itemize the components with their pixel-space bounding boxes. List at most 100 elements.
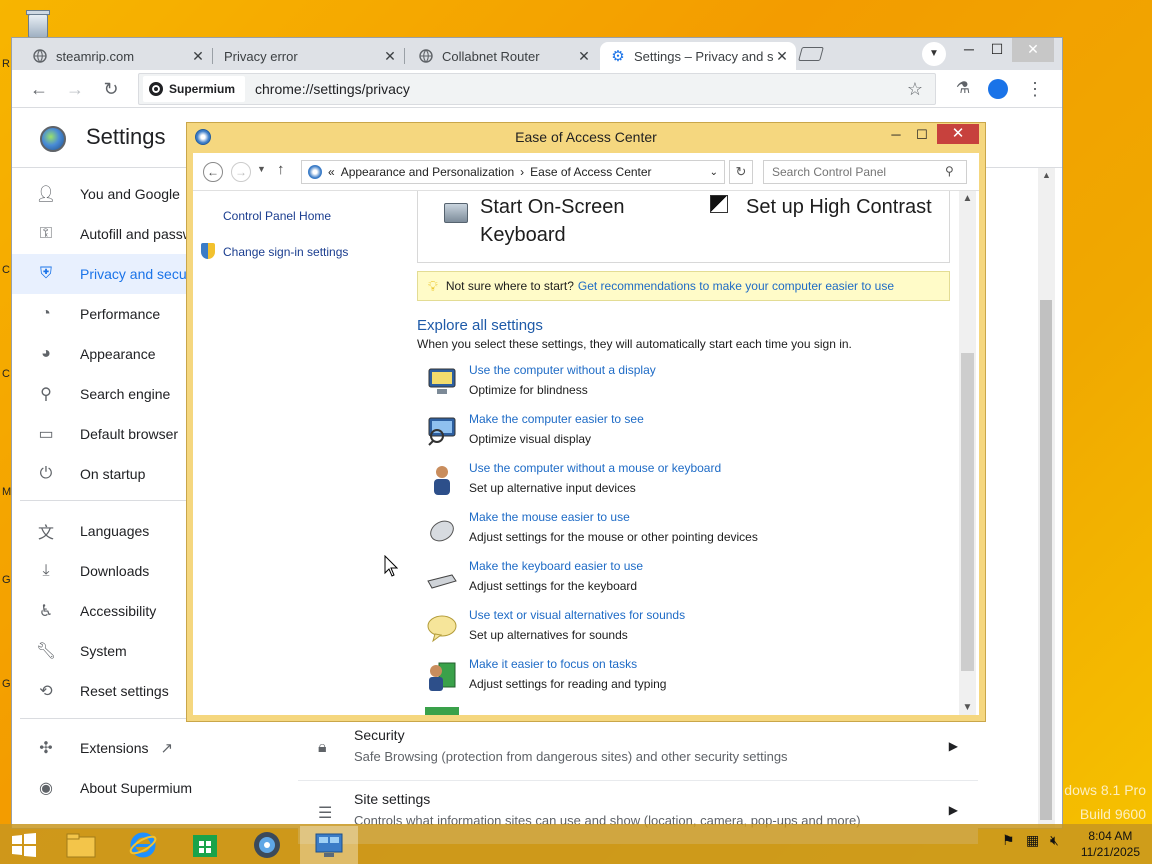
globe-icon	[418, 48, 434, 64]
up-arrow-icon[interactable]: ↑	[277, 161, 285, 178]
address-bar[interactable]: Supermium chrome://settings/privacy ☆	[138, 73, 936, 105]
option-keyboard-easier[interactable]: Make the keyboard easier to use Adjust s…	[425, 559, 945, 603]
tab-title: Privacy error	[224, 48, 298, 64]
chevron-down-icon[interactable]: ⌄	[710, 167, 718, 178]
tab-strip: steamrip.com ✕ Privacy error ✕ Collabnet…	[12, 38, 1062, 70]
tab-title: Settings – Privacy and s	[634, 48, 774, 64]
palette-icon: ◕	[41, 345, 51, 362]
option-mouse-easier[interactable]: Make the mouse easier to use Adjust sett…	[425, 510, 945, 554]
security-row[interactable]: 🔒︎ Security Safe Browsing (protection fr…	[298, 716, 978, 780]
option-sound-alternatives[interactable]: Use text or visual alternatives for soun…	[425, 608, 945, 652]
network-icon[interactable]: ▦	[1026, 832, 1039, 849]
option-easier-to-see[interactable]: Make the computer easier to see Optimize…	[425, 412, 945, 456]
content-scrollbar[interactable]: ▲ ▼	[959, 191, 976, 715]
forward-arrow-icon[interactable]: →	[231, 162, 251, 182]
gear-icon: ⚙	[611, 48, 625, 65]
close-window-button[interactable]: ✕	[1012, 38, 1054, 62]
scroll-up-arrow[interactable]: ▲	[959, 193, 976, 204]
back-arrow-icon[interactable]: ←	[203, 162, 223, 182]
site-chip[interactable]: Supermium	[143, 76, 246, 102]
shield-icon: ⛨	[39, 265, 52, 282]
control-panel-home-link[interactable]: Control Panel Home	[223, 209, 331, 223]
scroll-up-arrow[interactable]: ▲	[1042, 170, 1051, 180]
supermium-logo-icon	[149, 82, 163, 96]
store-icon[interactable]	[176, 826, 234, 864]
sidebar-item-extensions[interactable]: ✣ Extensions ↗	[20, 728, 280, 768]
reload-icon[interactable]: ↻	[98, 76, 124, 102]
close-tab-icon[interactable]: ✕	[774, 48, 790, 64]
wrench-icon: 🔧︎	[35, 643, 57, 660]
window-title: Ease of Access Center	[515, 129, 657, 145]
tab-title: steamrip.com	[56, 48, 135, 64]
keyboard-icon	[425, 561, 459, 595]
breadcrumb-separator: ›	[520, 165, 525, 179]
forward-arrow-icon[interactable]: →	[62, 76, 88, 102]
desktop-icon-label: C	[2, 264, 10, 276]
recycle-bin-icon[interactable]	[22, 6, 54, 40]
control-panel-icon[interactable]	[300, 826, 358, 864]
page-scrollbar[interactable]: ▲	[1038, 168, 1055, 828]
clock-time: 8:04 AM	[1088, 829, 1133, 843]
clock-date: 11/21/2025	[1080, 845, 1140, 859]
supermium-icon[interactable]	[238, 826, 296, 864]
tab-steamrip[interactable]: steamrip.com ✕	[22, 42, 212, 70]
search-icon: ⚲	[40, 386, 52, 403]
recommendations-link[interactable]: Get recommendations to make your compute…	[578, 279, 894, 293]
option-focus-on-tasks[interactable]: Make it easier to focus on tasks Adjust …	[425, 657, 945, 701]
taskbar: ⚑ ▦ 🔇︎ 8:04 AM 11/21/2025	[0, 824, 1152, 864]
breadcrumb-item[interactable]: Ease of Access Center	[530, 165, 651, 179]
start-button[interactable]	[0, 826, 48, 864]
volume-muted-icon[interactable]: 🔇︎	[1050, 832, 1059, 849]
tab-privacy-error[interactable]: Privacy error ✕	[214, 42, 404, 70]
close-tab-icon[interactable]: ✕	[576, 48, 592, 64]
close-tab-icon[interactable]: ✕	[382, 48, 398, 64]
profile-avatar[interactable]	[988, 79, 1008, 99]
mouse-cursor	[384, 554, 399, 580]
change-sign-in-link[interactable]: Change sign-in settings	[223, 245, 348, 259]
close-tab-icon[interactable]: ✕	[190, 48, 206, 64]
accessibility-icon: ♿︎	[38, 603, 54, 620]
desktop-icon-label: R	[2, 58, 10, 70]
start-on-screen-keyboard-link[interactable]: Start On-Screen Keyboard	[480, 193, 625, 249]
internet-explorer-icon[interactable]	[114, 826, 172, 864]
labs-flask-icon[interactable]: ⚗	[950, 76, 976, 102]
desktop-icon-label: M	[2, 486, 12, 498]
file-explorer-icon[interactable]	[52, 826, 110, 864]
close-window-button[interactable]: ✕	[937, 124, 979, 144]
sidebar-item-about[interactable]: ◉ About Supermium	[20, 768, 280, 808]
bookmark-star-icon[interactable]: ☆	[907, 79, 923, 100]
on-screen-keyboard-icon	[444, 203, 468, 223]
option-without-display[interactable]: Use the computer without a display Optim…	[425, 363, 945, 407]
search-input[interactable]	[763, 160, 967, 184]
site-chip-label: Supermium	[169, 82, 236, 96]
address-breadcrumb[interactable]: « Appearance and Personalization › Ease …	[301, 160, 725, 184]
minimize-button[interactable]: ─	[883, 125, 909, 145]
maximize-button[interactable]: ☐	[909, 125, 935, 145]
menu-dots-icon[interactable]: ⋮	[1022, 76, 1048, 102]
key-icon: ⚿	[39, 225, 53, 242]
mouse-icon	[425, 512, 459, 546]
back-arrow-icon[interactable]: ←	[26, 76, 52, 102]
new-tab-button[interactable]	[798, 47, 824, 61]
open-external-icon: ↗	[160, 740, 174, 757]
recent-locations-dropdown[interactable]: ▼	[257, 164, 266, 174]
desktop-icon-label: G	[2, 678, 11, 690]
option-without-mouse-keyboard[interactable]: Use the computer without a mouse or keyb…	[425, 461, 945, 505]
action-center-flag-icon[interactable]: ⚑	[1002, 832, 1015, 849]
magnifier-monitor-icon	[425, 414, 459, 448]
taskbar-clock[interactable]: 8:04 AM 11/21/2025	[1081, 828, 1140, 860]
set-up-high-contrast-link[interactable]: Set up High Contrast	[746, 193, 932, 221]
maximize-button[interactable]: ☐	[980, 38, 1014, 62]
tab-collabnet-router[interactable]: Collabnet Router ✕	[408, 42, 598, 70]
tab-settings-privacy[interactable]: ⚙ Settings – Privacy and s ✕	[600, 42, 796, 70]
windows-watermark: dows 8.1 Pro	[1064, 782, 1146, 798]
globe-icon	[32, 48, 48, 64]
refresh-icon[interactable]: ↻	[729, 160, 753, 184]
breadcrumb-item[interactable]: Appearance and Personalization	[341, 165, 514, 179]
tab-search-button[interactable]: ▼	[922, 42, 946, 66]
scrollbar-thumb[interactable]	[961, 353, 974, 671]
uac-shield-icon	[201, 243, 215, 259]
scrollbar-thumb[interactable]	[1040, 300, 1052, 820]
search-icon: ⚲	[945, 164, 954, 178]
scroll-down-arrow[interactable]: ▼	[959, 702, 976, 713]
